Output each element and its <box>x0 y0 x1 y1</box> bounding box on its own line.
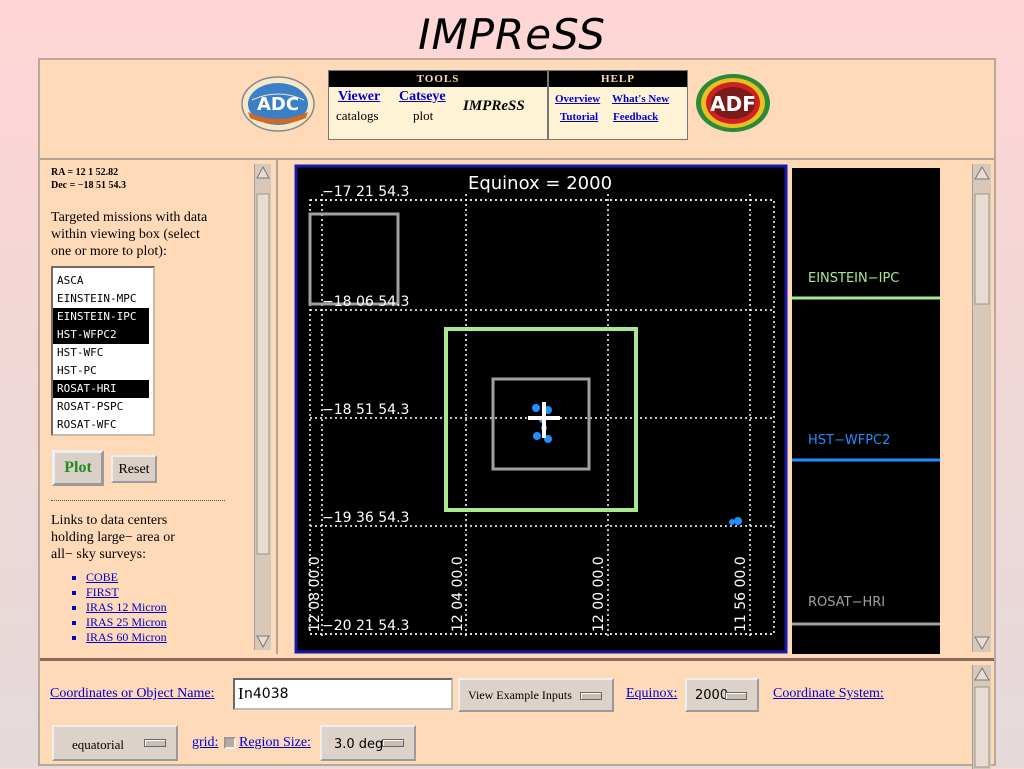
equinox-title: Equinox = 2000 <box>468 173 612 194</box>
plot-button-label: Plot <box>64 459 92 476</box>
divider <box>51 500 225 501</box>
feedback-link[interactable]: Feedback <box>613 111 658 123</box>
ra-label: 12 00 00.0 <box>591 556 607 632</box>
ra-label: 12 04 00.0 <box>450 556 466 632</box>
mission-option[interactable]: ROSAT-WFC <box>53 416 149 434</box>
links-text-line: all− sky surveys: <box>51 547 146 562</box>
dec-label: −20 21 54.3 <box>322 618 409 634</box>
tools-help-box: TOOLS HELP Viewer catalogs Catseye plot … <box>328 70 688 140</box>
adf-logo[interactable]: ADF <box>694 72 772 134</box>
bottom-scrollbar[interactable] <box>972 665 991 769</box>
region-size-dropdown[interactable]: 3.0 deg <box>320 725 416 761</box>
viewer-sub: catalogs <box>336 108 379 123</box>
view-example-label: View Example Inputs <box>468 688 572 702</box>
help-heading: HELP <box>549 71 687 87</box>
missions-listbox[interactable]: ASCA EINSTEIN-MPC EINSTEIN-IPC HST-WFPC2 HST… <box>51 266 155 436</box>
adf-logo-text: ADF <box>710 92 756 116</box>
adc-logo-text: ADC <box>257 94 299 115</box>
coordinate-system-link[interactable]: Coordinate System: <box>773 686 884 702</box>
sky-plot[interactable]: Equinox = 2000 −17 21 54.3 −18 06 54.3 −… <box>282 158 790 654</box>
whats-new-link[interactable]: What's New <box>612 93 669 105</box>
mission-option[interactable]: HST-WFPC2 <box>53 326 149 344</box>
equinox-link[interactable]: Equinox: <box>626 686 677 702</box>
view-example-dropdown[interactable]: View Example Inputs <box>458 678 614 712</box>
ra-label: 11 56 00.0 <box>733 556 749 632</box>
survey-link[interactable]: FIRST <box>86 585 167 600</box>
links-text-line: holding large− area or <box>51 530 175 545</box>
targeted-text: Targeted missions with data within viewi… <box>51 209 207 260</box>
dec-label: −17 21 54.3 <box>322 184 409 200</box>
plot-area: Equinox = 2000 −17 21 54.3 −18 06 54.3 −… <box>282 158 790 654</box>
header: ADC TOOLS HELP Viewer catalogs Catseye p… <box>40 60 994 160</box>
catseye-sub: plot <box>413 108 434 123</box>
impress-label[interactable]: IMPReSS <box>463 98 525 115</box>
mission-option[interactable]: ASCA <box>53 272 149 290</box>
mission-option[interactable]: EINSTEIN-MPC <box>53 290 149 308</box>
coordinates-input-value: n4038 <box>244 686 289 702</box>
tutorial-link[interactable]: Tutorial <box>560 111 598 123</box>
dec-label: −18 06 54.3 <box>322 294 409 310</box>
grid-link[interactable]: grid: <box>192 735 218 751</box>
reset-button-label: Reset <box>118 462 150 477</box>
coordinates-link[interactable]: Coordinates or Object Name: <box>50 686 214 702</box>
coordinates-input[interactable]: I n4038 <box>233 678 453 710</box>
reset-button[interactable]: Reset <box>111 455 157 483</box>
targeted-text-line: Targeted missions with data <box>51 210 208 225</box>
coordinates-readout: RA = 12 1 52.82 Dec = −18 51 54.3 <box>51 166 126 192</box>
region-size-value: 3.0 deg <box>334 737 384 752</box>
mission-option[interactable]: HST-WFC <box>53 344 149 362</box>
mission-option[interactable]: ROSAT-PSPC <box>53 398 149 416</box>
survey-links-list: COBEFIRSTIRAS 12 MicronIRAS 25 MicronIRA… <box>56 570 167 645</box>
left-panel: RA = 12 1 52.82 Dec = −18 51 54.3 Target… <box>40 158 278 654</box>
legend-einstein-ipc: EINSTEIN−IPC <box>808 271 899 286</box>
legend-hst-wfpc2: HST−WFPC2 <box>808 433 890 448</box>
survey-link[interactable]: COBE <box>86 570 167 585</box>
links-text-line: Links to data centers <box>51 513 168 528</box>
dec-readout: Dec = −18 51 54.3 <box>51 180 126 191</box>
mission-option[interactable]: ROSAT-HRI <box>53 380 149 398</box>
survey-link[interactable]: IRAS 12 Micron <box>86 600 167 615</box>
plot-button[interactable]: Plot <box>52 450 104 486</box>
equinox-dropdown[interactable]: 2000 <box>685 678 759 712</box>
slide-title: IMPReSS <box>418 10 606 59</box>
ra-readout: RA = 12 1 52.82 <box>51 167 119 178</box>
survey-link[interactable]: IRAS 25 Micron <box>86 615 167 630</box>
coordinate-system-dropdown[interactable]: equatorial <box>52 725 178 761</box>
grid-checkbox[interactable] <box>224 737 236 749</box>
overview-link[interactable]: Overview <box>555 93 600 105</box>
legend-rosat-hri: ROSAT−HRI <box>808 595 885 610</box>
dec-label: −18 51 54.3 <box>322 402 409 418</box>
right-scrollbar[interactable] <box>972 164 991 652</box>
dec-label: −19 36 54.3 <box>322 510 409 526</box>
region-size-link[interactable]: Region Size: <box>239 735 311 751</box>
survey-link[interactable]: IRAS 60 Micron <box>86 630 167 645</box>
catseye-link[interactable]: Catseye <box>399 89 446 105</box>
mission-option[interactable]: HST-PC <box>53 362 149 380</box>
equinox-value: 2000 <box>695 688 729 703</box>
links-text: Links to data centers holding large− are… <box>51 512 175 563</box>
targeted-text-line: within viewing box (select <box>51 227 200 242</box>
coordinate-system-value: equatorial <box>72 737 124 752</box>
adc-logo[interactable]: ADC <box>240 74 316 134</box>
viewer-link[interactable]: Viewer <box>338 89 380 105</box>
targeted-text-line: one or more to plot): <box>51 244 167 259</box>
bottom-form: Coordinates or Object Name: I n4038 View… <box>40 658 994 769</box>
ra-label: 12 08 00.0 <box>307 556 323 632</box>
tools-heading: TOOLS <box>329 71 547 87</box>
mission-option[interactable]: EINSTEIN-IPC <box>53 308 149 326</box>
legend-panel: EINSTEIN−IPC HST−WFPC2 ROSAT−HRI <box>790 158 994 654</box>
left-scrollbar[interactable] <box>254 164 271 650</box>
